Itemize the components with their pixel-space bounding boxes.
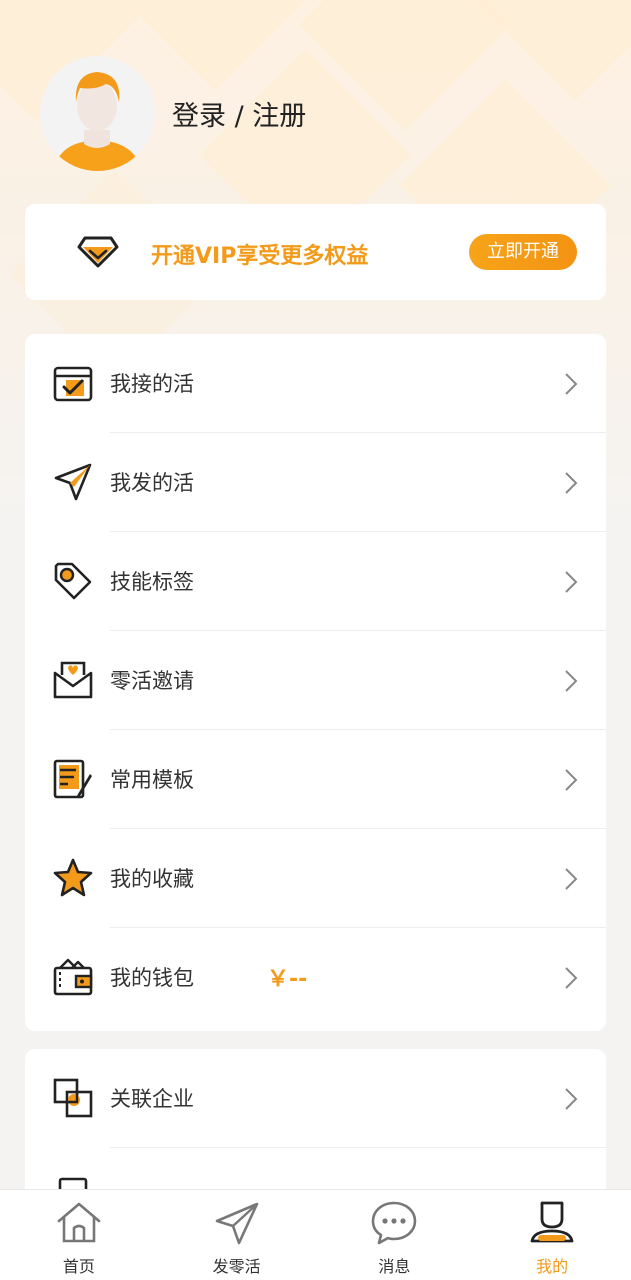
menu-item-label: 关联企业 [110, 1087, 194, 1111]
tab-home[interactable]: 首页 [0, 1190, 158, 1280]
template-document-icon [52, 758, 94, 800]
open-vip-button[interactable]: 立即开通 [469, 234, 577, 270]
diamond-icon [77, 234, 119, 270]
send-icon [213, 1199, 261, 1247]
main-menu: 我接的活 我发的活 技能标签 零活邀请 常用模板 我的收藏 我的钱包 ￥-- [25, 334, 606, 1031]
wallet-icon [52, 956, 94, 998]
login-register-link[interactable]: 登录 / 注册 [172, 94, 306, 133]
task-box-icon [52, 362, 94, 404]
chevron-right-icon [564, 471, 578, 495]
menu-item-label: 我接的活 [110, 372, 194, 396]
chat-bubble-icon [370, 1199, 418, 1247]
menu-item-label: 我的收藏 [110, 867, 194, 891]
chevron-right-icon [564, 867, 578, 891]
menu-item-label: 技能标签 [110, 570, 194, 594]
tab-mine[interactable]: 我的 [473, 1190, 631, 1280]
vip-promo-text: 开通VIP享受更多权益 [151, 244, 369, 269]
menu-item-common-templates[interactable]: 常用模板 [25, 730, 606, 829]
menu-item-label: 我的钱包 [110, 966, 194, 990]
chevron-right-icon [564, 768, 578, 792]
tab-messages[interactable]: 消息 [316, 1190, 474, 1280]
tag-icon [52, 560, 94, 602]
menu-item-my-favorites[interactable]: 我的收藏 [25, 829, 606, 928]
tab-label: 发零活 [212, 1257, 261, 1276]
chevron-right-icon [564, 570, 578, 594]
star-icon [52, 857, 94, 899]
chevron-right-icon [564, 372, 578, 396]
menu-item-gig-invitations[interactable]: 零活邀请 [25, 631, 606, 730]
tab-label: 首页 [62, 1257, 95, 1276]
menu-item-label: 我发的活 [110, 471, 194, 495]
invitation-envelope-icon [52, 659, 94, 701]
tab-post-gig[interactable]: 发零活 [158, 1190, 316, 1280]
menu-item-my-accepted-jobs[interactable]: 我接的活 [25, 334, 606, 433]
paper-plane-icon [52, 461, 94, 503]
menu-item-label: 零活邀请 [110, 669, 194, 693]
avatar[interactable] [40, 56, 155, 171]
chevron-right-icon [564, 1087, 578, 1111]
linked-company-icon [52, 1077, 94, 1119]
menu-item-linked-company[interactable]: 关联企业 [25, 1049, 606, 1148]
chevron-right-icon [564, 966, 578, 990]
tab-label: 我的 [536, 1257, 569, 1276]
menu-item-my-posted-jobs[interactable]: 我发的活 [25, 433, 606, 532]
vip-banner[interactable]: 开通VIP享受更多权益 立即开通 [25, 204, 606, 300]
home-icon [55, 1199, 103, 1247]
menu-item-my-wallet[interactable]: 我的钱包 ￥-- [25, 928, 606, 1027]
user-icon [528, 1199, 576, 1247]
wallet-balance: ￥-- [267, 967, 308, 992]
profile-header[interactable]: 登录 / 注册 [40, 56, 306, 171]
tab-label: 消息 [378, 1257, 411, 1276]
bottom-tab-bar: 首页 发零活 消息 我的 [0, 1189, 631, 1280]
chevron-right-icon [564, 669, 578, 693]
menu-item-skill-tags[interactable]: 技能标签 [25, 532, 606, 631]
menu-item-label: 常用模板 [110, 768, 194, 792]
secondary-menu: 关联企业 [25, 1049, 606, 1209]
